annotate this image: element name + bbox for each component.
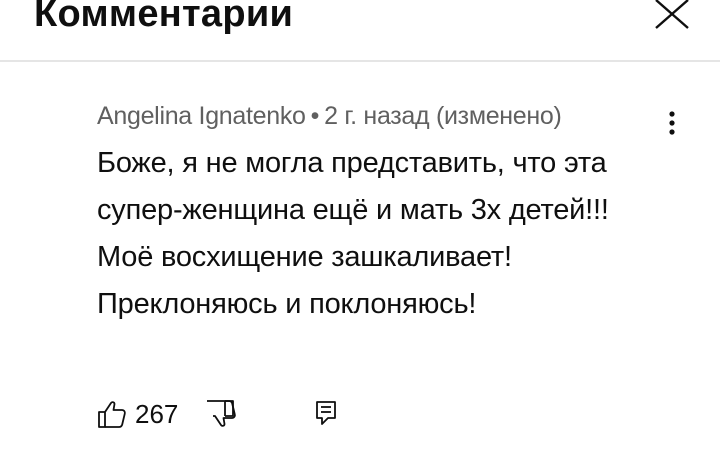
reply-button[interactable] [311,396,341,432]
comments-header: Комментарии [0,0,720,62]
like-button[interactable]: 267 [97,396,178,432]
thumb-up-icon [98,401,126,428]
like-count: 267 [135,399,179,429]
comment-text: Боже, я не могла представить, что эта су… [97,147,609,320]
comment-author[interactable]: Angelina Ignatenko [97,102,306,130]
page-title: Комментарии [34,0,294,35]
meta-separator: • [310,102,320,130]
dislike-button[interactable] [207,396,239,432]
comment-meta: Angelina Ignatenko • 2 г. назад (изменено) [97,100,562,132]
comment-more-button[interactable] [656,108,688,142]
close-icon [655,0,689,29]
reply-icon [316,401,336,425]
more-vert-icon [669,111,675,135]
close-button[interactable] [648,0,694,34]
thumb-down-icon [207,400,236,427]
comment-time: 2 г. назад (изменено) [324,102,562,130]
comment-item: Angelina Ignatenko • 2 г. назад (изменено)… [0,62,720,469]
